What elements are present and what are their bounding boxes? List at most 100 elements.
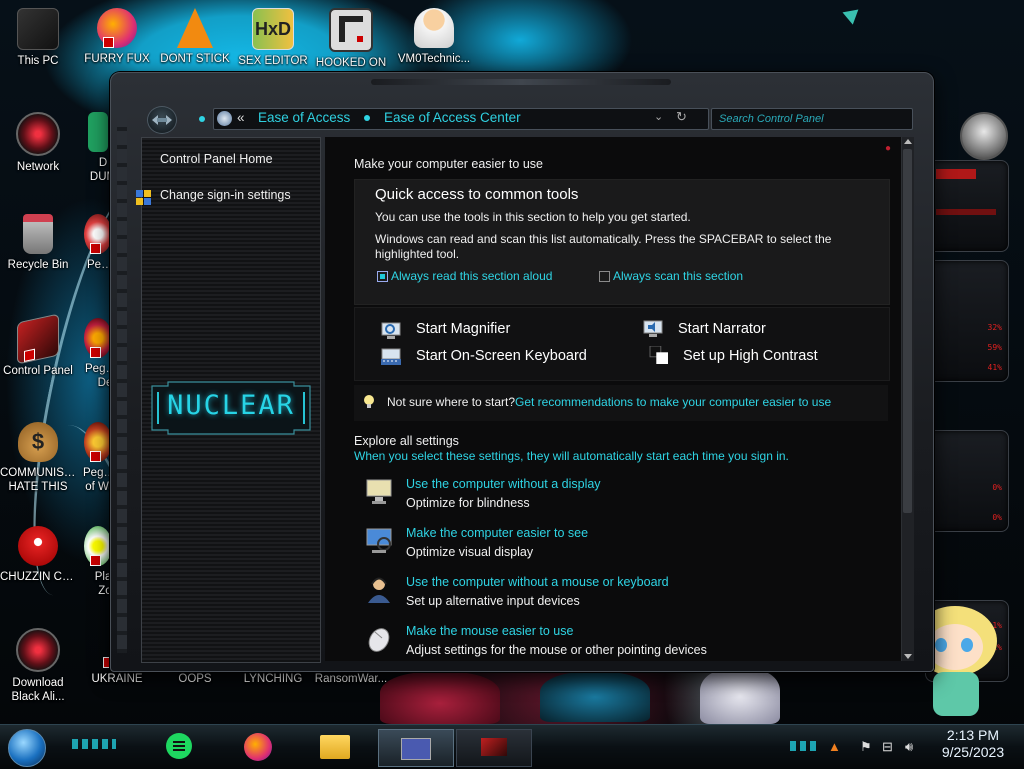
desktop-icon-label: RansomWar... xyxy=(314,673,388,685)
technician-icon xyxy=(414,8,454,48)
setting-easier-to-see[interactable]: Make the computer easier to see Optimize… xyxy=(354,524,888,573)
always-read-checkbox[interactable] xyxy=(377,271,388,282)
taskbar-app-window[interactable] xyxy=(456,729,532,767)
setting-link[interactable]: Make the computer easier to see xyxy=(406,526,588,540)
desktop-icon-label: CHUZZIN CUM xyxy=(0,571,76,583)
setting-mouse-easier[interactable]: Make the mouse easier to use Adjust sett… xyxy=(354,622,888,661)
desktop-icon-label: DONT STICK xyxy=(160,53,230,65)
desktop-icon-chuzzin[interactable]: CHUZZIN CUM xyxy=(0,526,76,584)
setting-description: Optimize visual display xyxy=(406,545,534,559)
taskbar-ornament xyxy=(72,739,116,749)
refresh-icon[interactable]: ↻ xyxy=(676,109,687,125)
shortcut-arrow-icon xyxy=(24,348,35,362)
back-forward-button[interactable] xyxy=(147,106,177,134)
breadcrumb-separator-icon[interactable] xyxy=(364,115,370,121)
scrollbar-thumb[interactable] xyxy=(903,149,912,513)
net-readout: 0% xyxy=(992,483,1002,492)
setting-text-group: Use the computer without a display Optim… xyxy=(406,477,601,510)
nuclear-logo-text: NUCLEAR xyxy=(167,390,295,421)
desktop-icon-label: Network xyxy=(16,161,60,173)
taskbar-control-panel[interactable] xyxy=(378,729,454,767)
status-dot-icon xyxy=(199,116,205,122)
quick-access-scan-text: Windows can read and scan this list auto… xyxy=(375,232,832,246)
start-narrator-button[interactable]: Start Narrator xyxy=(678,321,766,337)
display-blind-icon xyxy=(366,479,392,504)
desktop-icon-network[interactable]: Network xyxy=(0,112,76,174)
chuzzle-icon xyxy=(18,526,58,566)
notes-app-icon xyxy=(166,733,192,759)
always-scan-checkbox[interactable] xyxy=(599,271,610,282)
scroll-down-arrow-icon[interactable] xyxy=(904,654,912,659)
maze-target xyxy=(357,36,363,42)
taskbar-file-explorer[interactable] xyxy=(318,731,352,763)
vertical-scrollbar[interactable] xyxy=(901,137,914,661)
desktop-icon-label: Control Panel xyxy=(3,365,73,377)
mouse-icon xyxy=(368,628,390,652)
desktop-icon-control-panel[interactable]: Control Panel xyxy=(0,313,76,378)
display-visual-icon xyxy=(366,528,392,553)
address-dropdown-chevron-icon[interactable]: ⌄ xyxy=(654,110,663,123)
control-panel-home-link[interactable]: Control Panel Home xyxy=(160,152,273,166)
set-up-high-contrast-button[interactable]: Set up High Contrast xyxy=(683,348,818,364)
shortcut-arrow-icon xyxy=(90,347,101,358)
nav-arrows-icon xyxy=(152,115,172,125)
recommendation-banner: Not sure where to start? Get recommendat… xyxy=(354,385,888,421)
nuclear-theme-logo: NUCLEAR xyxy=(148,380,314,436)
shortcut-arrow-icon xyxy=(90,555,101,566)
desktop-icon-label: FURRY FUX xyxy=(84,53,150,65)
address-bar[interactable]: « Ease of Access Ease of Access Center ⌄… xyxy=(213,108,709,130)
character-dress xyxy=(933,672,979,716)
net-readout: 0% xyxy=(992,513,1002,522)
network-tray-icon[interactable]: ⊟ xyxy=(882,739,893,755)
start-on-screen-keyboard-button[interactable]: Start On-Screen Keyboard xyxy=(416,348,587,364)
alien-orb-icon xyxy=(16,628,60,672)
shortcut-arrow-icon xyxy=(90,451,101,462)
desktop-icon-download[interactable]: Download Black Ali... xyxy=(0,628,76,704)
setting-text-group: Make the mouse easier to use Adjust sett… xyxy=(406,624,707,657)
desktop-icon-label: VM0Technic... xyxy=(397,53,471,65)
tray-flag-icon[interactable]: ⚑ xyxy=(860,739,872,755)
search-box[interactable] xyxy=(711,108,913,130)
breadcrumb-ease-of-access[interactable]: Ease of Access xyxy=(258,110,350,125)
desktop-icon-sex-editor[interactable]: HxD SEX EDITOR xyxy=(235,8,311,68)
cpu-readout: 32% xyxy=(987,323,1002,332)
setting-without-mouse-keyboard[interactable]: Use the computer without a mouse or keyb… xyxy=(354,573,888,622)
setting-link[interactable]: Make the mouse easier to use xyxy=(406,624,707,638)
desktop-icon-dont-stick[interactable]: DONT STICK xyxy=(157,8,233,66)
change-sign-in-settings-link[interactable]: Change sign-in settings xyxy=(160,188,291,202)
desktop-icon-furry-fux[interactable]: FURRY FUX xyxy=(79,8,155,66)
desktop-icon-this-pc[interactable]: This PC xyxy=(0,8,76,68)
wallpaper-blue-shoe xyxy=(540,672,650,722)
breadcrumb-overflow[interactable]: « xyxy=(237,110,245,125)
scroll-up-arrow-icon[interactable] xyxy=(904,139,912,144)
desktop-icon-communists[interactable]: $ COMMUNISTS HATE THIS G... xyxy=(0,422,76,494)
get-recommendations-link[interactable]: Get recommendations to make your compute… xyxy=(515,395,831,409)
search-input[interactable] xyxy=(717,110,906,128)
setting-description: Adjust settings for the mouse or other p… xyxy=(406,643,707,657)
taskbar-firefox[interactable] xyxy=(240,731,274,763)
volume-icon[interactable]: 🔊︎ xyxy=(905,739,913,755)
always-scan-label[interactable]: Always scan this section xyxy=(613,269,743,283)
always-read-label[interactable]: Always read this section aloud xyxy=(391,269,552,283)
tray-app-icon[interactable]: ▲ xyxy=(828,739,841,754)
desktop-icon-recycle-bin[interactable]: Recycle Bin xyxy=(0,214,76,272)
desktop-icon-hooked-on[interactable]: HOOKED ON xyxy=(313,8,389,70)
taskbar-notes-app[interactable] xyxy=(162,731,196,763)
start-orb-button[interactable] xyxy=(8,729,46,767)
desktop-icon-vm0technic[interactable]: VM0Technic... xyxy=(396,8,472,66)
help-icon[interactable]: ● xyxy=(885,143,895,154)
network-icon xyxy=(16,112,60,156)
setting-link[interactable]: Use the computer without a mouse or keyb… xyxy=(406,575,669,589)
system-clock[interactable]: 2:13 PM 9/25/2023 xyxy=(930,727,1016,761)
control-panel-icon xyxy=(401,738,431,760)
recycle-bin-icon xyxy=(23,214,53,254)
start-magnifier-button[interactable]: Start Magnifier xyxy=(416,321,510,337)
setting-without-display[interactable]: Use the computer without a display Optim… xyxy=(354,475,888,524)
app-icon xyxy=(88,112,108,152)
explore-settings-heading: Explore all settings xyxy=(354,434,459,448)
setting-link[interactable]: Use the computer without a display xyxy=(406,477,601,491)
desktop-icon-label: LYNCHING xyxy=(243,673,303,685)
breadcrumb-ease-of-access-center[interactable]: Ease of Access Center xyxy=(384,110,521,125)
desktop-icon-label: Download Black Ali... xyxy=(11,677,65,703)
window-titlebar[interactable] xyxy=(111,73,933,99)
